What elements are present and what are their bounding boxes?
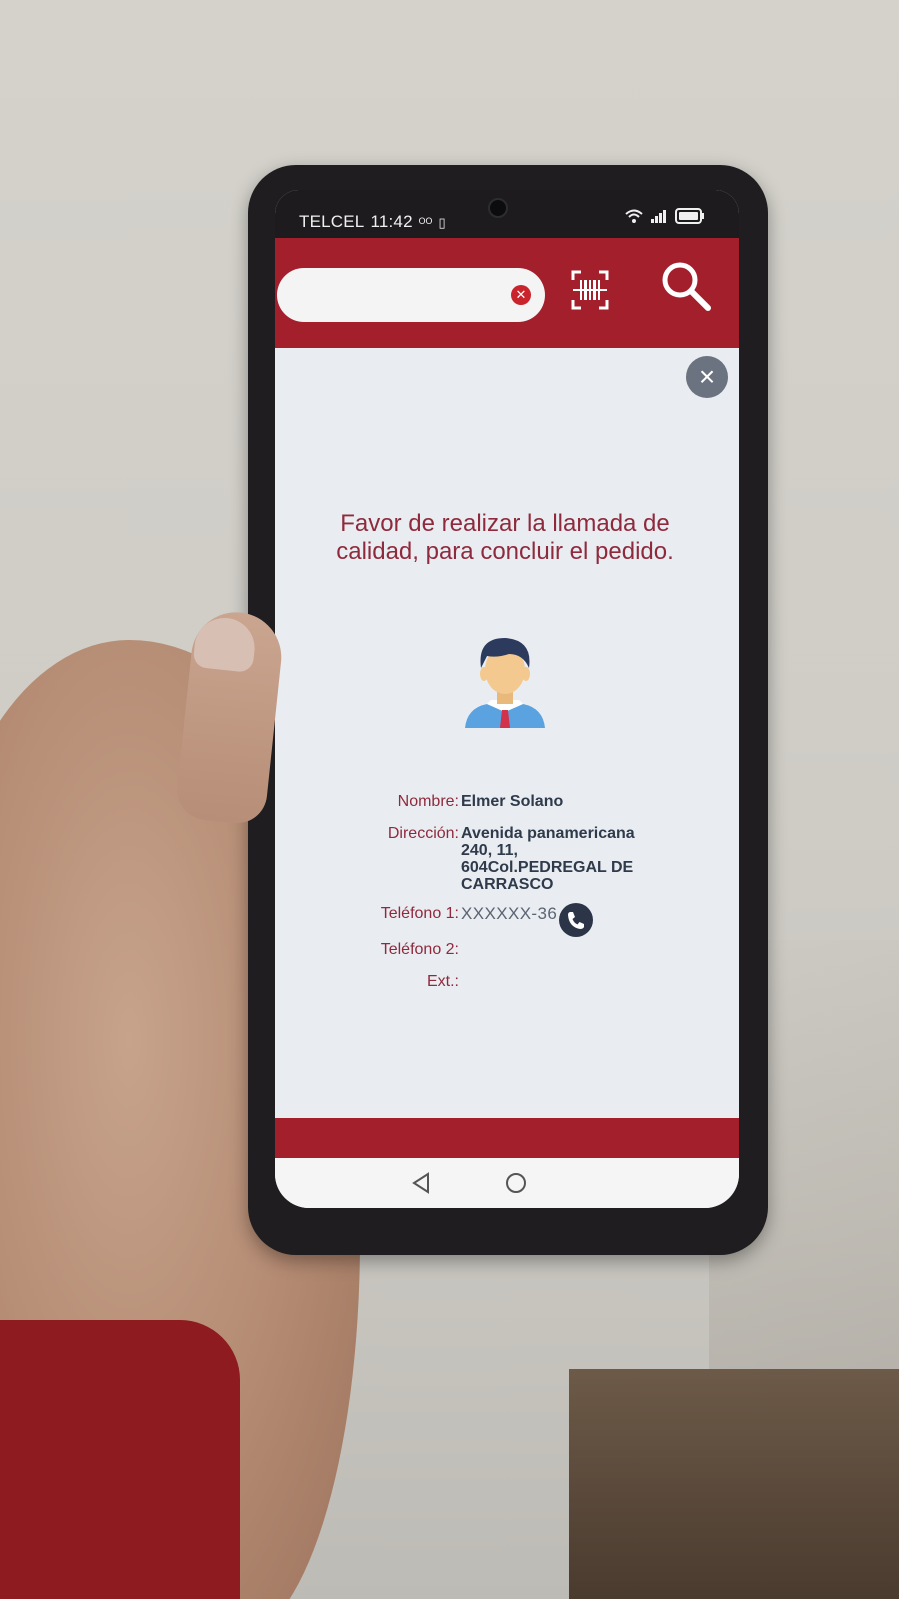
search-button[interactable]: [660, 260, 712, 314]
back-triangle-icon: [412, 1172, 429, 1194]
voicemail-icon: ᴼᴼ: [418, 215, 433, 230]
battery-icon: [675, 208, 704, 224]
modal-message: Favor de realizar la llamada de calidad,…: [336, 510, 674, 565]
status-bar: TELCEL 11:42 ᴼᴼ ▯: [275, 190, 739, 238]
nombre-label: Nombre:: [397, 793, 459, 810]
wifi-icon: [625, 209, 643, 223]
close-button[interactable]: ×: [686, 356, 728, 398]
carrier-name: TELCEL: [299, 212, 365, 231]
app-header: ✕: [275, 238, 739, 348]
status-right: [625, 208, 705, 224]
phone-icon: [568, 912, 584, 929]
sim-card-icon: ▯: [438, 215, 446, 230]
app-footer: [275, 1118, 739, 1158]
nombre-value: Elmer Solano: [461, 793, 564, 810]
system-nav-bar: [275, 1158, 739, 1208]
user-avatar-icon: [465, 638, 545, 728]
home-circle-icon: [506, 1173, 526, 1193]
red-sleeve: [0, 1320, 240, 1599]
avatar: [463, 628, 547, 732]
photo-scene: TELCEL 11:42 ᴼᴼ ▯ ✕ × Favor de realizar …: [0, 0, 899, 1599]
close-icon: ×: [698, 361, 716, 392]
clear-search-icon[interactable]: ✕: [511, 285, 531, 305]
direccion-label: Dirección:: [387, 825, 459, 842]
search-box: ✕: [277, 268, 545, 322]
nav-home-button[interactable]: [505, 1172, 527, 1199]
call-button[interactable]: [559, 903, 593, 937]
quality-call-modal: × Favor de realizar la llamada de calida…: [275, 348, 739, 1118]
telefono1-label: Teléfono 1:: [380, 905, 459, 922]
phone-screen: TELCEL 11:42 ᴼᴼ ▯ ✕ × Favor de realizar …: [275, 190, 739, 1208]
status-left: TELCEL 11:42 ᴼᴼ ▯: [299, 212, 452, 232]
direccion-value: Avenida panamericana 240, 11, 604Col.PED…: [461, 825, 635, 893]
barcode-scan-button[interactable]: [571, 270, 609, 310]
clock: 11:42: [370, 212, 413, 231]
telefono2-label: Teléfono 2:: [380, 941, 459, 958]
search-input[interactable]: [293, 278, 507, 314]
front-camera: [488, 198, 508, 218]
ext-label: Ext.:: [426, 973, 459, 990]
cardboard-box: [569, 1369, 899, 1599]
magnifier-icon: [662, 262, 711, 311]
signal-icon: [651, 210, 666, 223]
barcode-scan-icon: [571, 270, 609, 310]
nav-back-button[interactable]: [411, 1172, 431, 1199]
